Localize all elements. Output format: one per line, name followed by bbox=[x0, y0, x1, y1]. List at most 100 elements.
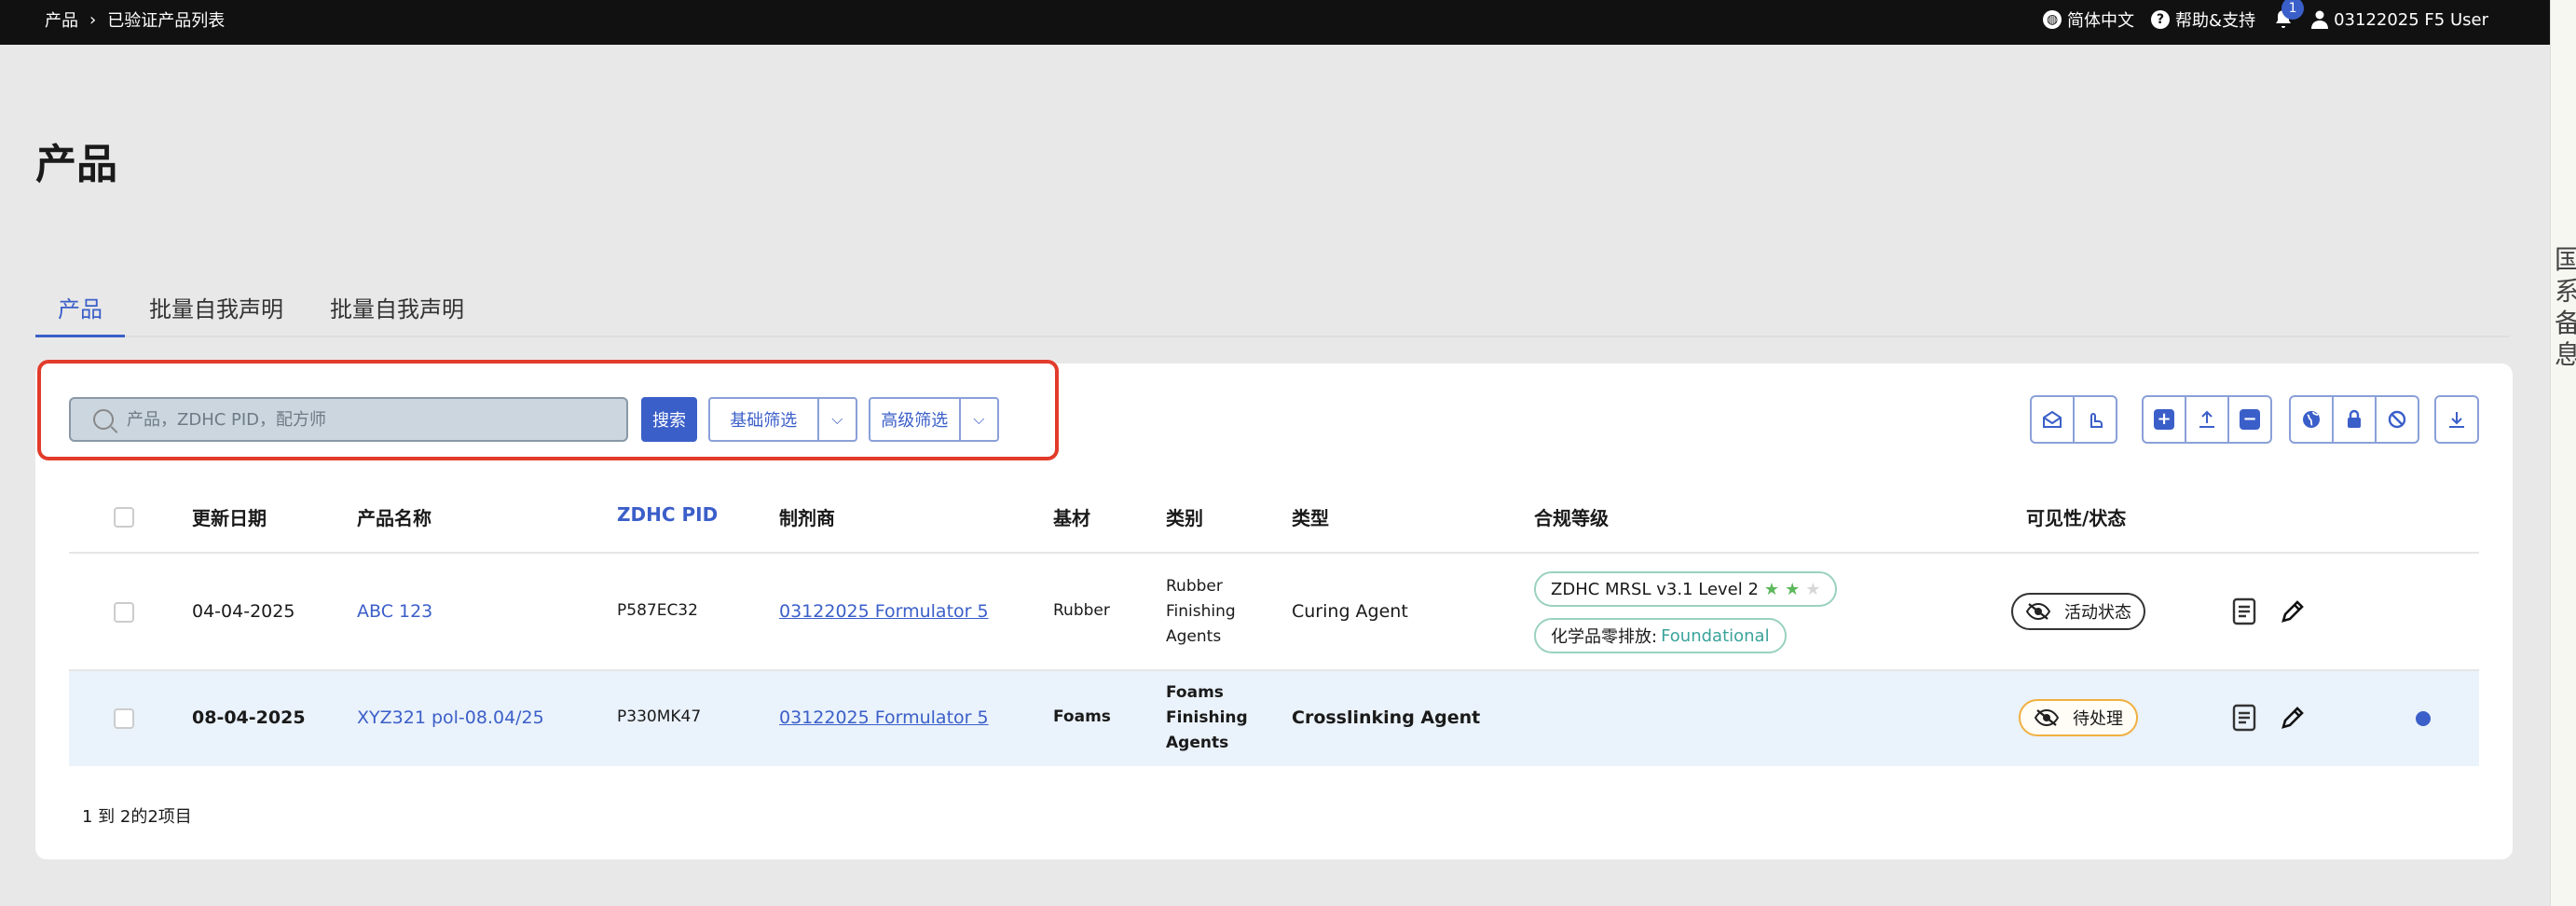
row-type: Crosslinking Agent bbox=[1292, 707, 1481, 728]
language-label: 简体中文 bbox=[2067, 11, 2135, 31]
advanced-filter-label[interactable]: 高级筛选 bbox=[870, 399, 961, 440]
search-button[interactable]: 搜索 bbox=[641, 397, 697, 442]
category-line: Foams bbox=[1166, 683, 1224, 702]
eye-slash-icon bbox=[2034, 708, 2060, 727]
row-date: 04-04-2025 bbox=[192, 601, 295, 622]
zero-discharge-pill: 化学品零排放: Foundational bbox=[1534, 618, 1787, 653]
header-divider bbox=[69, 552, 2479, 554]
row-type: Curing Agent bbox=[1292, 601, 1408, 622]
status-label: 待处理 bbox=[2073, 709, 2123, 729]
category-line: Agents bbox=[1166, 627, 1222, 646]
status-label: 活动状态 bbox=[2064, 603, 2131, 623]
column-header-compliance[interactable]: 合规等级 bbox=[1534, 503, 1609, 530]
side-strip-text: 国系备息 bbox=[2555, 244, 2576, 370]
help-label: 帮助&支持 bbox=[2175, 11, 2256, 31]
page-title: 产品 bbox=[35, 141, 117, 188]
chevron-right-icon: › bbox=[89, 9, 97, 30]
breadcrumb-current: 已验证产品列表 bbox=[107, 11, 226, 31]
advanced-filter-dropdown[interactable]: 高级筛选 ⌵ bbox=[869, 397, 999, 442]
toolbar-group-4 bbox=[2434, 395, 2479, 444]
select-all-checkbox[interactable] bbox=[114, 507, 134, 528]
user-name: 03122025 F5 User bbox=[2334, 9, 2488, 30]
chevron-down-icon[interactable]: ⌵ bbox=[961, 399, 997, 440]
column-header-name[interactable]: 产品名称 bbox=[357, 503, 432, 530]
breadcrumb-products[interactable]: 产品 bbox=[45, 7, 78, 32]
globe-icon: ◍ bbox=[2043, 10, 2062, 29]
minus-square-icon[interactable]: − bbox=[2227, 395, 2272, 444]
eye-slash-icon bbox=[2025, 602, 2051, 621]
download-icon[interactable] bbox=[2434, 395, 2479, 444]
row-substrate: Foams bbox=[1053, 707, 1111, 726]
row-checkbox[interactable] bbox=[114, 602, 134, 623]
status-badge-active[interactable]: 活动状态 bbox=[2011, 593, 2145, 630]
plus-square-icon[interactable]: + bbox=[2142, 395, 2186, 444]
category-line: Agents bbox=[1166, 734, 1229, 752]
search-input[interactable] bbox=[127, 409, 626, 430]
star-filled-icon: ★ bbox=[1785, 579, 1801, 599]
status-badge-pending[interactable]: 待处理 bbox=[2019, 699, 2138, 736]
column-header-substrate[interactable]: 基材 bbox=[1053, 503, 1090, 530]
column-header-maker[interactable]: 制剂商 bbox=[779, 503, 835, 530]
user-icon bbox=[2311, 10, 2329, 29]
row-product-name[interactable]: XYZ321 pol-08.04/25 bbox=[357, 707, 544, 728]
globe-icon[interactable] bbox=[2289, 395, 2334, 444]
mrsl-level-text: ZDHC MRSL v3.1 Level 2 bbox=[1551, 579, 1759, 599]
zero-discharge-label: 化学品零排放: bbox=[1551, 627, 1658, 647]
unread-indicator-dot bbox=[2416, 711, 2431, 726]
top-right-menu: ◍ 简体中文 ? 帮助&支持 1 03122025 F5 User bbox=[2043, 0, 2488, 39]
help-link[interactable]: ? 帮助&支持 bbox=[2151, 7, 2255, 32]
basic-filter-label[interactable]: 基础筛选 bbox=[710, 399, 819, 440]
row-date: 08-04-2025 bbox=[192, 707, 306, 728]
lock-icon[interactable] bbox=[2332, 395, 2377, 444]
toolbar-group-2: + − bbox=[2142, 395, 2272, 444]
row-category: Rubber Finishing Agents bbox=[1166, 574, 1236, 650]
details-icon[interactable] bbox=[2229, 597, 2259, 626]
row-category: Foams Finishing Agents bbox=[1166, 680, 1248, 756]
tab-bulk-declaration-2[interactable]: 批量自我声明 bbox=[308, 280, 486, 337]
tab-products[interactable]: 产品 bbox=[35, 280, 125, 337]
upload-icon[interactable] bbox=[2185, 395, 2229, 444]
breadcrumb: 产品 › 已验证产品列表 bbox=[45, 0, 225, 39]
column-header-visibility[interactable]: 可见性/状态 bbox=[2026, 503, 2126, 530]
language-selector[interactable]: ◍ 简体中文 bbox=[2043, 7, 2134, 32]
category-line: Finishing bbox=[1166, 708, 1248, 727]
question-icon: ? bbox=[2151, 10, 2171, 29]
toolbar-group-1 bbox=[2030, 395, 2117, 444]
details-icon[interactable] bbox=[2229, 703, 2259, 733]
star-empty-icon: ★ bbox=[1805, 579, 1821, 599]
column-header-category[interactable]: 类别 bbox=[1166, 503, 1203, 530]
toolbar-group-3 bbox=[2289, 395, 2419, 444]
user-menu[interactable]: 03122025 F5 User bbox=[2311, 10, 2488, 30]
row-pid: P330MK47 bbox=[617, 707, 702, 726]
tab-bar: 产品 批量自我声明 批量自我声明 bbox=[35, 280, 2509, 337]
envelope-open-icon[interactable] bbox=[2030, 395, 2075, 444]
pagination-summary: 1 到 2的2项目 bbox=[82, 807, 192, 827]
pencil-icon[interactable] bbox=[2278, 597, 2308, 626]
notifications-button[interactable]: 1 bbox=[2272, 0, 2305, 31]
column-header-date[interactable]: 更新日期 bbox=[192, 503, 267, 530]
star-filled-icon: ★ bbox=[1763, 579, 1780, 599]
row-checkbox[interactable] bbox=[114, 708, 134, 729]
bell-icon: 1 bbox=[2272, 0, 2305, 31]
chevron-down-icon[interactable]: ⌵ bbox=[819, 399, 856, 440]
search-icon bbox=[93, 409, 114, 430]
row-maker-link[interactable]: 03122025 Formulator 5 bbox=[779, 601, 989, 622]
hand-icon[interactable] bbox=[2073, 395, 2117, 444]
notification-count-badge: 1 bbox=[2281, 0, 2305, 20]
category-line: Finishing bbox=[1166, 602, 1236, 621]
column-header-type[interactable]: 类型 bbox=[1292, 503, 1329, 530]
tab-bulk-declaration-1[interactable]: 批量自我声明 bbox=[127, 280, 306, 337]
pencil-icon[interactable] bbox=[2278, 703, 2308, 733]
row-pid: P587EC32 bbox=[617, 601, 698, 620]
search-box bbox=[69, 397, 628, 442]
row-substrate: Rubber bbox=[1053, 601, 1110, 620]
top-bar: 产品 › 已验证产品列表 ◍ 简体中文 ? 帮助&支持 1 03122025 F… bbox=[0, 0, 2554, 45]
side-strip: 国系备息 bbox=[2550, 0, 2576, 906]
ban-icon[interactable] bbox=[2375, 395, 2419, 444]
basic-filter-dropdown[interactable]: 基础筛选 ⌵ bbox=[708, 397, 857, 442]
row-maker-link[interactable]: 03122025 Formulator 5 bbox=[779, 707, 989, 728]
zero-discharge-value: Foundational bbox=[1661, 625, 1770, 646]
column-header-pid[interactable]: ZDHC PID bbox=[617, 503, 718, 526]
row-product-name[interactable]: ABC 123 bbox=[357, 601, 432, 622]
category-line: Rubber bbox=[1166, 577, 1223, 596]
